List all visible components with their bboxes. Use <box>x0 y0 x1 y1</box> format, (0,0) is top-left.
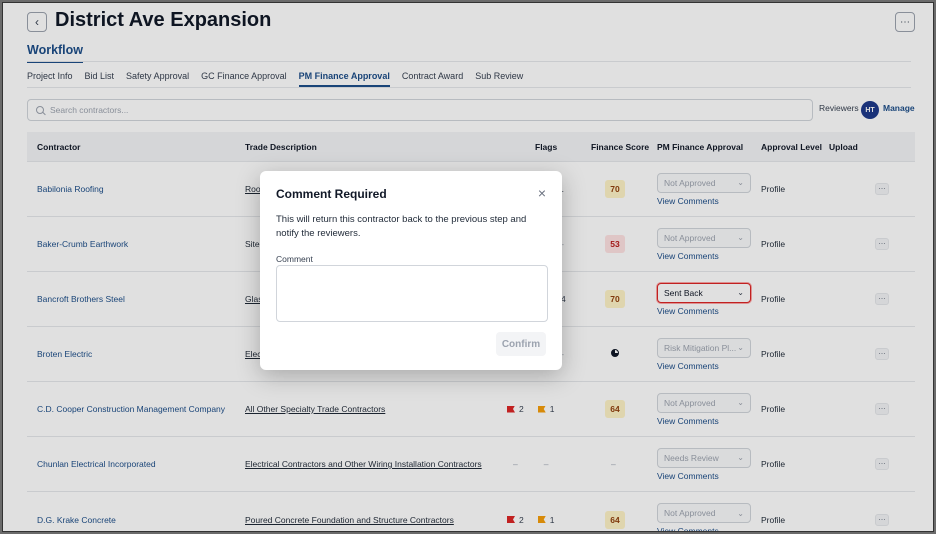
close-icon[interactable]: × <box>538 185 546 201</box>
dialog-message: This will return this contractor back to… <box>276 214 527 239</box>
confirm-button[interactable]: Confirm <box>496 332 546 356</box>
comment-required-dialog: Comment Required × This will return this… <box>260 171 562 370</box>
app-frame: ‹ District Ave Expansion ⋯ Workflow Proj… <box>2 2 934 532</box>
comment-textarea[interactable] <box>276 265 548 322</box>
comment-label: Comment <box>276 254 313 264</box>
dialog-title: Comment Required <box>276 187 387 201</box>
